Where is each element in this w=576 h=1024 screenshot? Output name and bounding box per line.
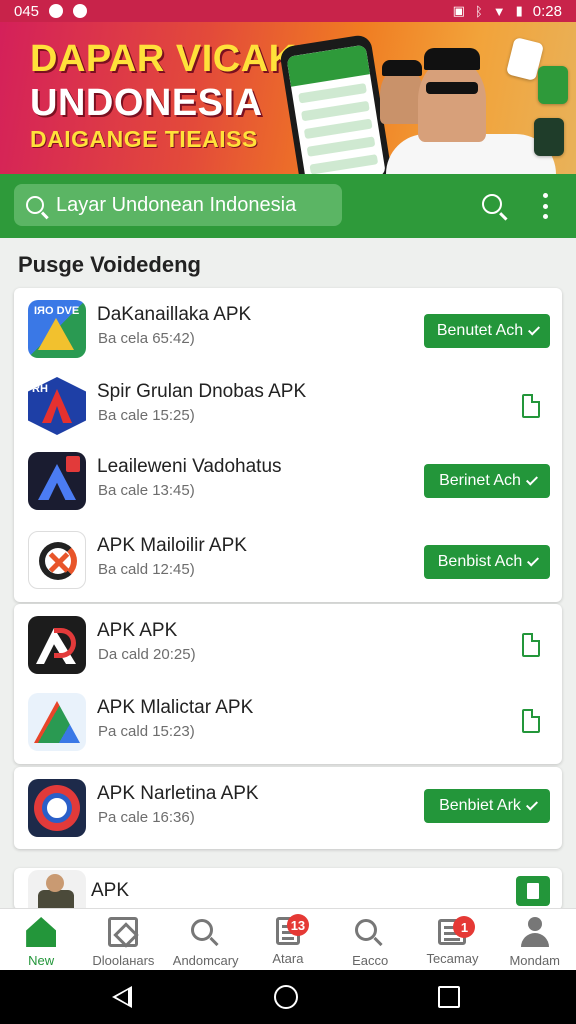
file-icon[interactable] [522, 633, 540, 657]
search-icon [26, 196, 44, 214]
nav-item-mondam[interactable]: Mondam [494, 909, 576, 971]
download-button[interactable]: Benutet Ach [424, 314, 550, 348]
app-list-item[interactable]: APK APK Da cald 20:25) [14, 606, 562, 680]
download-button[interactable]: Berinet Ach [424, 464, 550, 498]
download-button[interactable]: Benbiet Ark [424, 789, 550, 823]
search-text: Layar Undonean Indonesia [56, 193, 297, 216]
check-icon [528, 322, 541, 336]
nav-item-atara[interactable]: 13 Atara [247, 909, 329, 971]
banner-subtitle: DAIGANGE TIEAISS [30, 126, 258, 152]
mal-app-icon [28, 693, 86, 751]
system-navigation-bar [0, 970, 576, 1024]
app-meta: Pa cald 15:23) [98, 723, 195, 740]
app-name: APK APK [97, 620, 178, 641]
spir-app-icon: RH [28, 377, 86, 435]
calendar-icon: 1 [438, 916, 476, 945]
mail-app-icon [28, 531, 86, 589]
section-title: Pusge Voidedeng [18, 252, 201, 277]
vibrate-icon: ▣ [452, 3, 465, 18]
drive-app-icon: IЯО DVE [28, 300, 86, 358]
bottom-navigation: New Dloolaнars Andomcary 13 Atara Eacco … [0, 908, 576, 970]
search-field[interactable]: Layar Undonean Indonesia [14, 184, 342, 226]
file-icon[interactable] [522, 709, 540, 733]
search-icon [355, 919, 378, 941]
battery-icon: ▮ [515, 3, 523, 18]
recent-apps-icon[interactable] [438, 986, 460, 1008]
check-icon [525, 472, 538, 486]
notification-badge: 13 [286, 914, 309, 936]
nav-item-new[interactable]: New [0, 909, 82, 971]
apk-app-icon [28, 616, 86, 674]
check-icon [527, 553, 540, 567]
app-name: APK [91, 880, 130, 901]
app-list-item[interactable]: RH Spir Grulan Dnobas APK Ba cale 15:25) [14, 367, 562, 441]
banner-floating-card [538, 66, 568, 104]
app-meta: Da cald 20:25) [98, 646, 196, 663]
app-list-card: APK Narletina APK Pa cale 16:36) Benbiet… [14, 767, 562, 849]
download-button[interactable]: Benbist Ach [424, 545, 550, 579]
status-time: 0:28 [532, 2, 562, 20]
app-name: APK Mailoilir APK [97, 535, 247, 556]
app-list-item[interactable]: Leaileweni Vadohatus Ba cale 13:45) Beri… [14, 442, 562, 516]
app-meta: Ba cela 65:42) [98, 330, 195, 347]
promo-banner[interactable]: DAPAR VICAKIN UNDONESIA DAIGANGE TIEAISS [0, 22, 576, 174]
nav-item-search[interactable]: Andomcary [165, 909, 247, 971]
file-icon[interactable] [522, 394, 540, 418]
status-bar: 045 ▣ ᛒ ▼ ▮ 0:28 [0, 0, 576, 22]
app-name: APK Mlalictar APK [97, 697, 254, 718]
nav-item-downloads[interactable]: Dloolaнars [82, 909, 164, 971]
app-toolbar: Layar Undonean Indonesia [0, 174, 576, 238]
app-list-item[interactable]: APK [14, 868, 562, 910]
lea-app-icon [28, 452, 86, 510]
notification-badge: 1 [453, 916, 476, 938]
home-icon [26, 917, 57, 947]
person-icon [520, 917, 550, 947]
app-list-item[interactable]: APK Narletina APK Pa cale 16:36) Benbiet… [14, 769, 562, 843]
notification-icon [49, 4, 64, 18]
app-meta: Pa cale 16:36) [98, 809, 195, 826]
app-meta: Ba cale 15:25) [98, 407, 195, 424]
banner-floating-card [534, 118, 564, 156]
nav-item-eacco[interactable]: Eacco [329, 909, 411, 971]
banner-person-main [418, 48, 486, 142]
nav-item-tecamay[interactable]: 1 Tecamay [411, 909, 493, 971]
app-meta: Ba cald 12:45) [98, 561, 195, 578]
bluetooth-icon: ᛒ [474, 3, 483, 19]
toolbar-search-icon[interactable] [482, 194, 502, 214]
back-icon[interactable] [112, 986, 132, 1008]
app-meta: Ba cale 13:45) [98, 482, 195, 499]
status-time-left: 045 [14, 2, 40, 20]
app-name: Spir Grulan Dnobas APK [97, 381, 307, 402]
app-list-card: APK APK Da cald 20:25) APK Mlalictar APK… [14, 604, 562, 764]
home-circle-icon[interactable] [274, 985, 298, 1009]
war-app-icon [28, 870, 86, 910]
app-list-card: APK [14, 868, 562, 910]
app-name: Leaileweni Vadohatus [97, 456, 282, 477]
doc-icon: 13 [275, 914, 309, 945]
app-list-item[interactable]: APK Mailoilir APK Ba cald 12:45) Benbist… [14, 521, 562, 595]
check-notification-icon [73, 4, 88, 18]
app-name: APK Narletina APK [97, 783, 259, 804]
search-icon [190, 919, 213, 941]
downloads-icon [108, 917, 139, 947]
app-list-item[interactable]: IЯО DVE DaKanaillaka APK Ba cela 65:42) … [14, 290, 562, 364]
banner-phone-image [278, 33, 394, 174]
app-name: DaKanaillaka APK [97, 304, 252, 325]
check-icon [525, 797, 538, 811]
app-list-card: IЯО DVE DaKanaillaka APK Ba cela 65:42) … [14, 288, 562, 602]
wifi-icon: ▼ [492, 3, 506, 19]
app-list-item[interactable]: APK Mlalictar APK Pa cald 15:23) [14, 683, 562, 757]
nar-app-icon [28, 779, 86, 837]
open-file-button[interactable] [516, 876, 550, 906]
more-options-icon[interactable] [538, 193, 552, 219]
banner-title-line2: UNDONESIA [30, 82, 263, 124]
